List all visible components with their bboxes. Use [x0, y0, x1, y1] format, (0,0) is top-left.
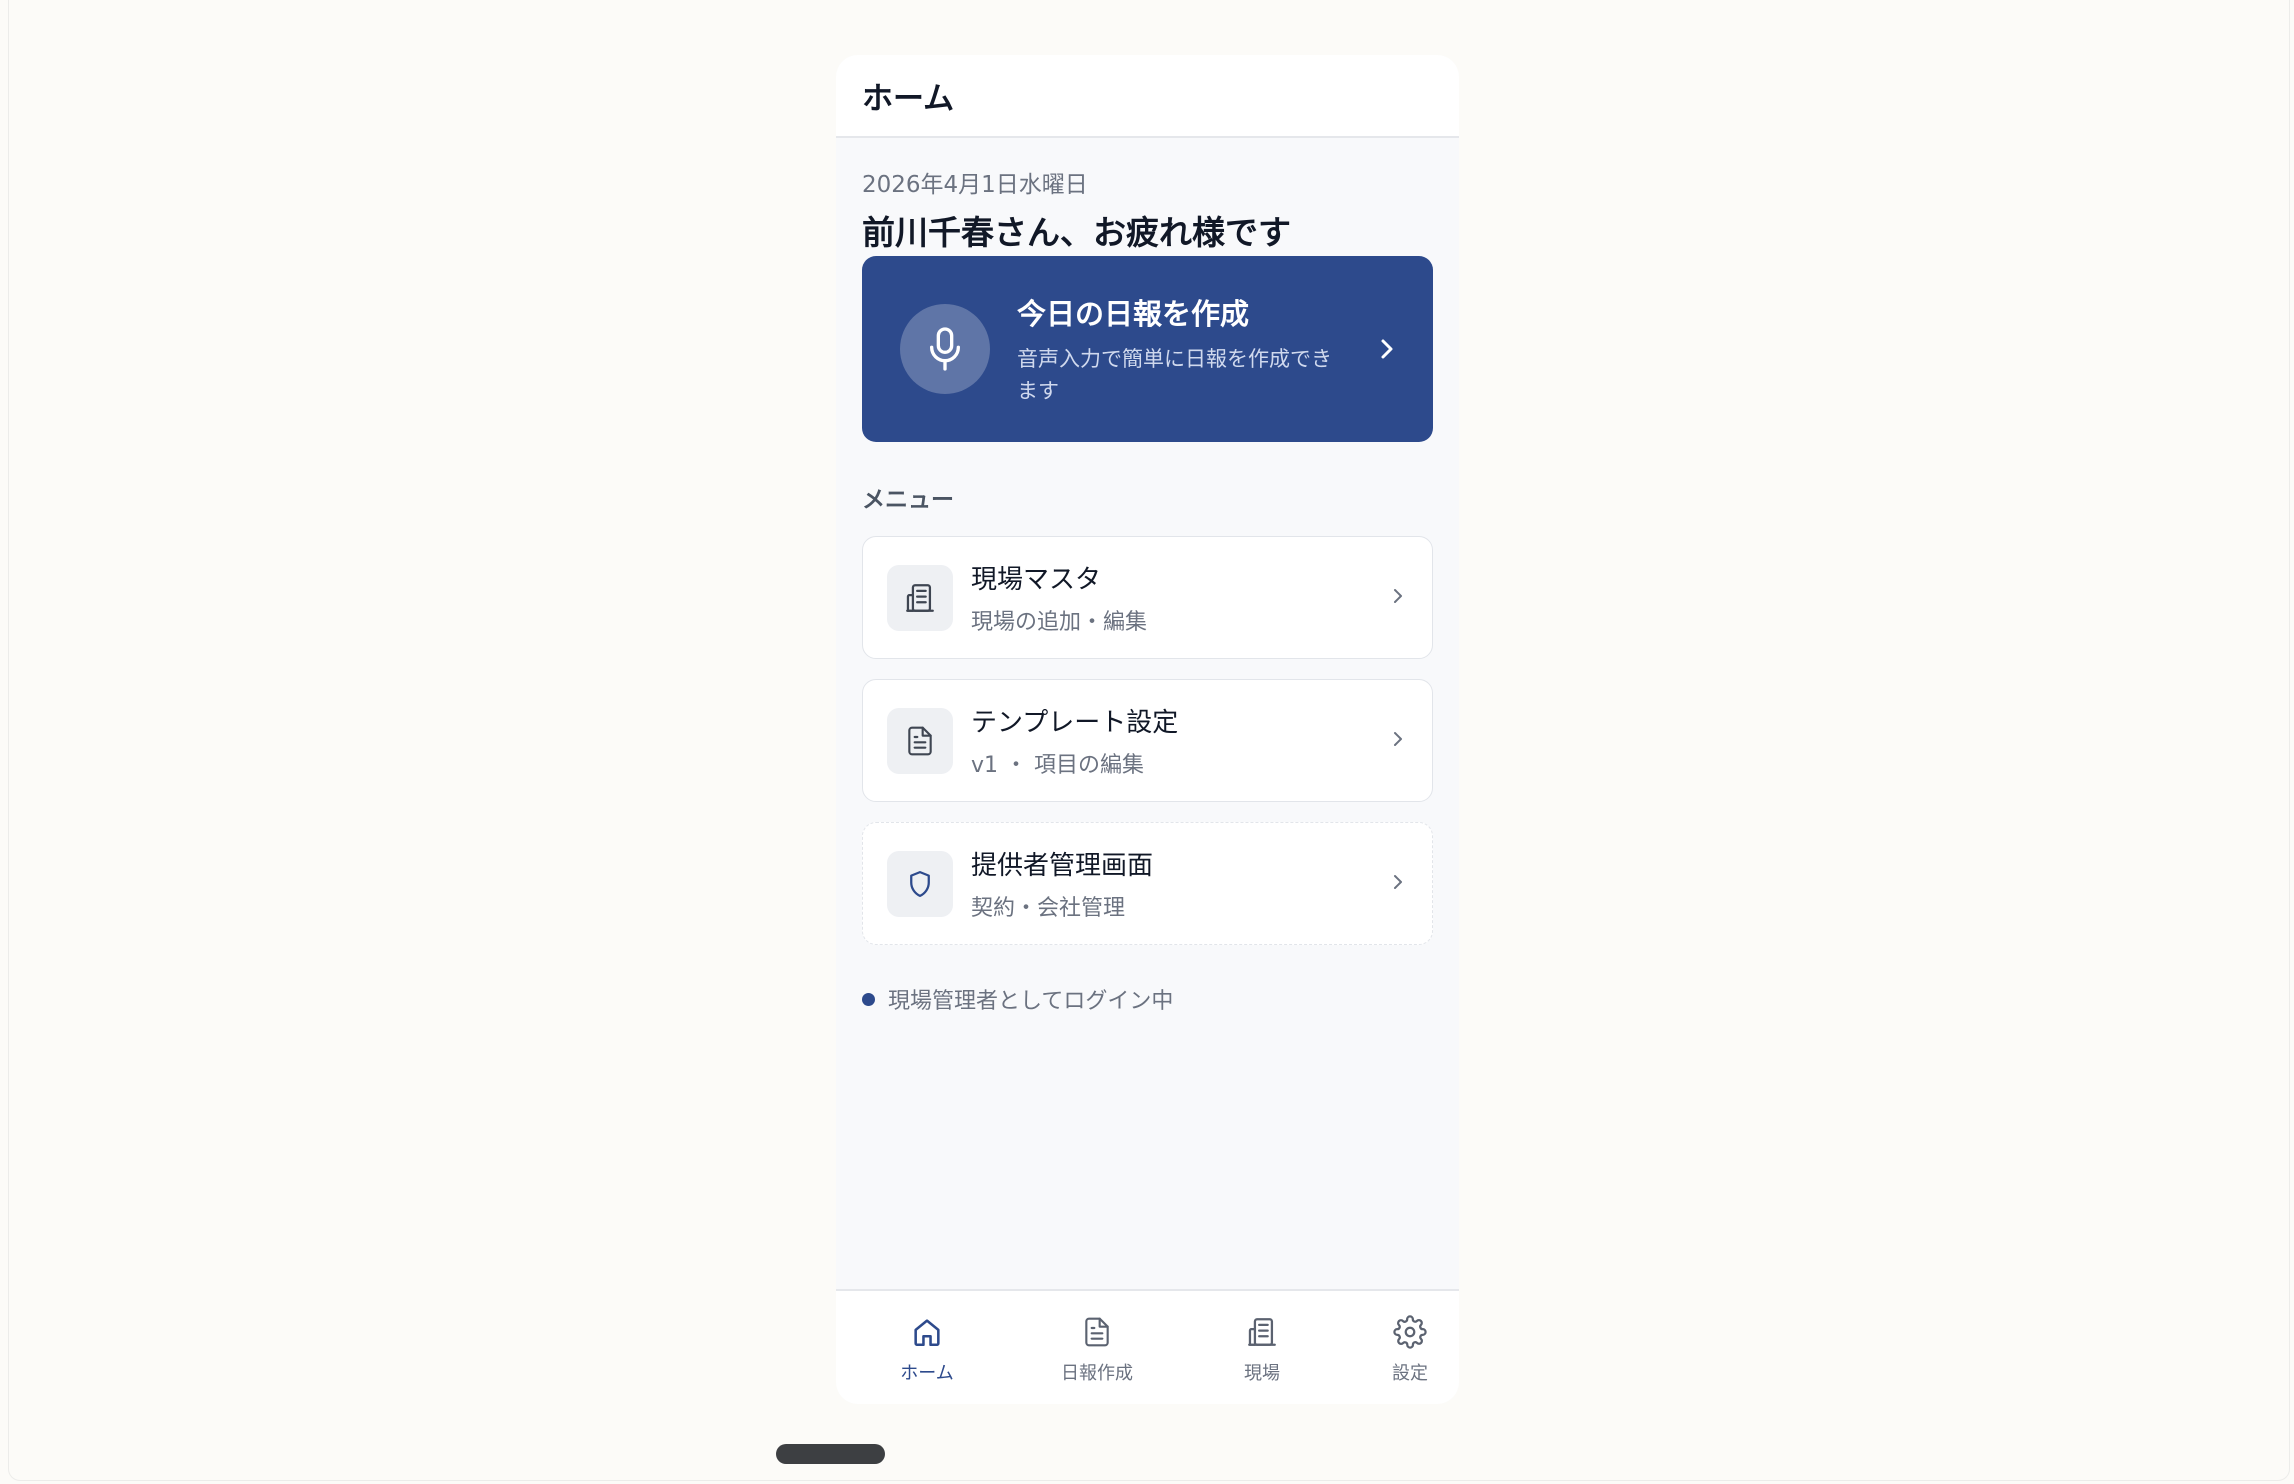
current-date: 2026年4月1日水曜日 [862, 172, 1088, 198]
greeting-text: 前川千春さん、お疲れ様です [862, 213, 1291, 252]
nav-item-home[interactable]: ホーム [874, 1291, 980, 1385]
main-content: 2026年4月1日水曜日 前川千春さん、お疲れ様です 今日の日報を作成 音声入力… [836, 165, 1459, 1015]
document-icon [1081, 1315, 1113, 1353]
home-indicator-bar[interactable] [776, 1444, 885, 1464]
login-status-text: 現場管理者としてログイン中 [888, 989, 1174, 1014]
cta-text: 今日の日報を作成 音声入力で簡単に日報を作成できます [1017, 291, 1377, 407]
menu-item-subtitle: 契約・会社管理 [971, 896, 1126, 921]
menu-item-title: 現場マスタ [971, 565, 1102, 595]
menu-item-text: テンプレート設定 v1 ・ 項目の編集 [971, 702, 1390, 779]
bottom-navigation: ホーム 日報作成 現場 設定 [836, 1289, 1459, 1404]
create-daily-report-button[interactable]: 今日の日報を作成 音声入力で簡単に日報を作成できます [862, 256, 1433, 442]
cta-title: 今日の日報を作成 [1017, 297, 1250, 331]
page-title: ホーム [862, 81, 955, 117]
menu-item-subtitle: v1 ・ 項目の編集 [971, 753, 1145, 778]
building-icon [887, 564, 953, 631]
app-screen: ホーム 2026年4月1日水曜日 前川千春さん、お疲れ様です 今日の日報を作成 … [836, 55, 1459, 1404]
building-icon [1245, 1315, 1279, 1353]
menu-item-title: 提供者管理画面 [971, 851, 1154, 881]
menu-item-title: テンプレート設定 [971, 708, 1179, 738]
login-status: 現場管理者としてログイン中 [862, 983, 1433, 1015]
menu-item-provider-admin[interactable]: 提供者管理画面 契約・会社管理 [862, 822, 1433, 945]
nav-item-daily-report[interactable]: 日報作成 [1032, 1291, 1162, 1385]
home-icon [910, 1315, 944, 1353]
nav-label-daily-report: 日報作成 [1061, 1363, 1133, 1384]
nav-item-settings[interactable]: 設定 [1360, 1291, 1459, 1385]
status-dot [862, 992, 875, 1006]
menu-item-text: 現場マスタ 現場の追加・編集 [971, 559, 1390, 636]
app-header: ホーム [836, 55, 1459, 138]
nav-label-home: ホーム [900, 1363, 954, 1384]
microphone-icon [900, 304, 990, 394]
document-icon [887, 707, 953, 774]
shield-icon [887, 850, 953, 917]
nav-item-sites[interactable]: 現場 [1212, 1291, 1312, 1385]
chevron-right-icon [1390, 727, 1406, 755]
menu-section-label: メニュー [862, 487, 954, 513]
chevron-right-icon [1390, 870, 1406, 898]
chevron-right-icon [1390, 584, 1406, 612]
cta-subtitle: 音声入力で簡単に日報を作成できます [1017, 347, 1332, 403]
menu-item-template-settings[interactable]: テンプレート設定 v1 ・ 項目の編集 [862, 679, 1433, 802]
nav-label-settings: 設定 [1392, 1363, 1428, 1384]
nav-label-sites: 現場 [1244, 1363, 1280, 1384]
menu-item-text: 提供者管理画面 契約・会社管理 [971, 845, 1390, 922]
menu-item-site-master[interactable]: 現場マスタ 現場の追加・編集 [862, 536, 1433, 659]
menu-item-subtitle: 現場の追加・編集 [971, 610, 1148, 635]
gear-icon [1393, 1315, 1427, 1353]
chevron-right-icon [1377, 335, 1397, 363]
